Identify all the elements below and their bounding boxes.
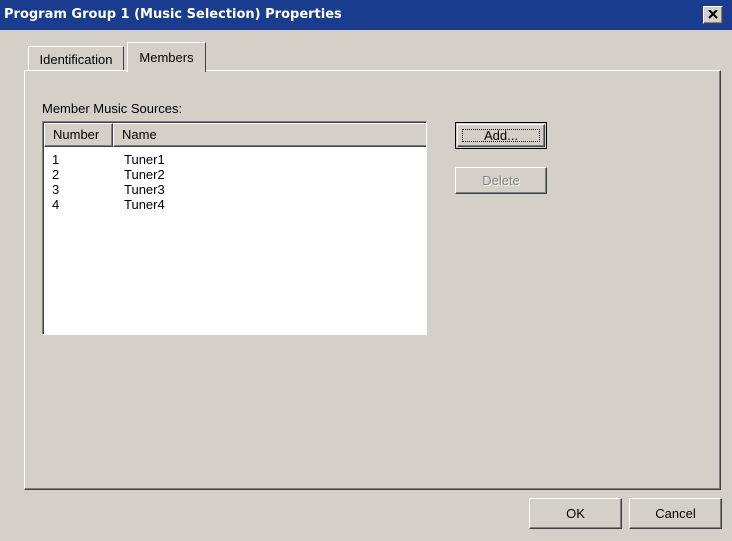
tab-identification[interactable]: Identification (28, 46, 124, 71)
list-item-number: 3 (52, 182, 60, 197)
tab-members-label: Members (139, 50, 194, 65)
focus-rectangle (462, 129, 540, 142)
list-item-number: 2 (52, 167, 60, 182)
tab-identification-label: Identification (39, 51, 113, 67)
window-title: Program Group 1 (Music Selection) Proper… (4, 7, 342, 22)
list-item-name: Tuner1 (124, 152, 165, 167)
close-icon (708, 8, 718, 22)
list-item-name: Tuner3 (124, 182, 165, 197)
list-item[interactable]: 2 Tuner2 (43, 167, 423, 182)
cancel-button[interactable]: Cancel (629, 498, 722, 529)
cancel-button-label: Cancel (655, 506, 696, 521)
column-header-number[interactable]: Number (44, 123, 113, 147)
member-sources-list[interactable]: Number Name 1 Tuner1 2 Tuner2 3 Tuner3 4… (42, 121, 427, 335)
list-item-number: 4 (52, 197, 60, 212)
list-item[interactable]: 4 Tuner4 (43, 197, 423, 212)
list-item[interactable]: 3 Tuner3 (43, 182, 423, 197)
member-sources-label: Member Music Sources: (42, 101, 183, 116)
column-header-name[interactable]: Name (113, 123, 426, 147)
delete-button-label: Delete (482, 173, 520, 188)
add-button[interactable]: Add... (455, 122, 547, 149)
list-item-number: 1 (52, 152, 60, 167)
tab-members[interactable]: Members (127, 42, 206, 72)
ok-button-label: OK (566, 506, 585, 521)
title-bar[interactable]: Program Group 1 (Music Selection) Proper… (0, 0, 732, 30)
delete-button[interactable]: Delete (455, 167, 547, 194)
list-item-name: Tuner2 (124, 167, 165, 182)
add-button-face: Add... (457, 124, 545, 147)
list-item-name: Tuner4 (124, 197, 165, 212)
close-button[interactable] (703, 6, 723, 24)
ok-button[interactable]: OK (529, 498, 622, 529)
list-item[interactable]: 1 Tuner1 (43, 152, 423, 167)
